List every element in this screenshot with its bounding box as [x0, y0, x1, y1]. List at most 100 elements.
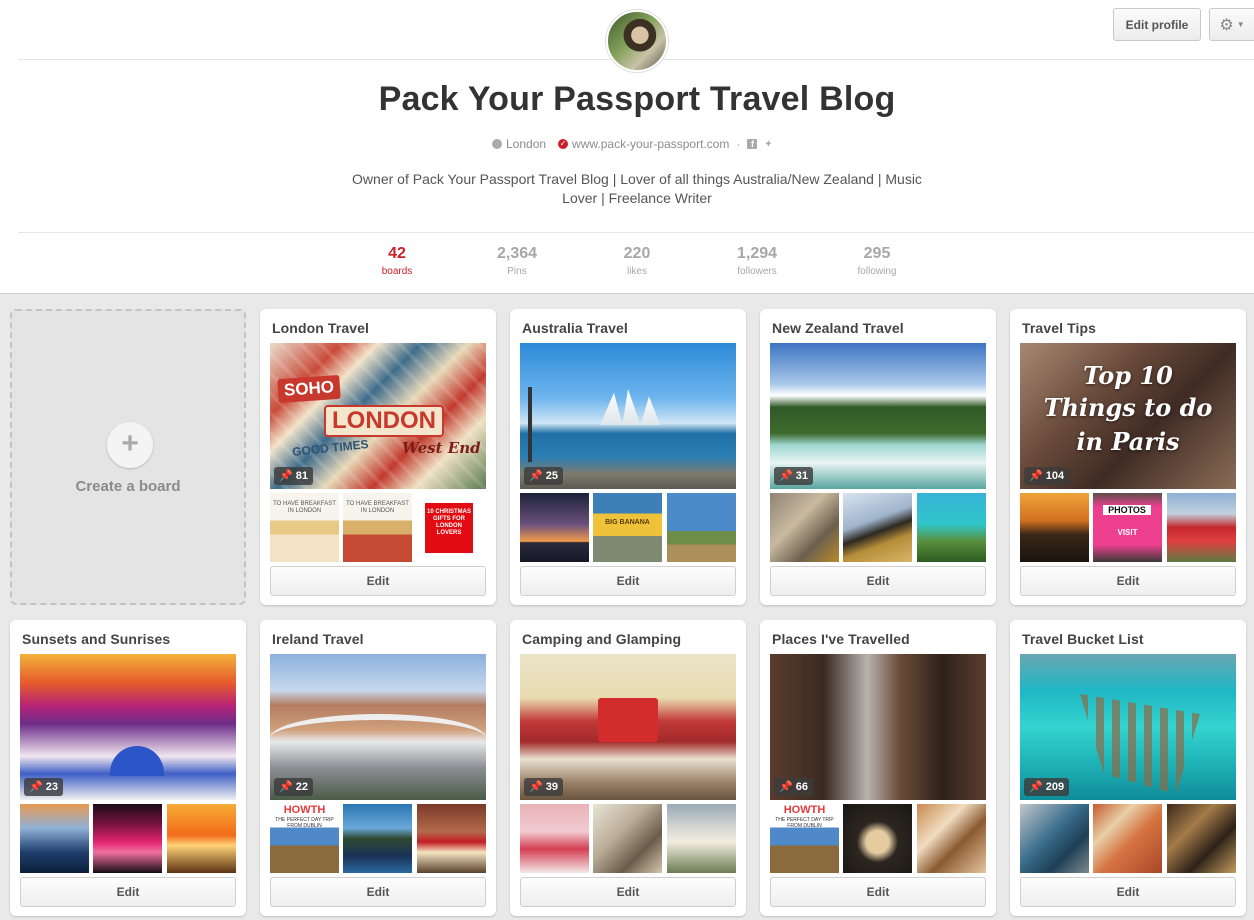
board-card-travel-bucket-list[interactable]: Travel Bucket List 📌 209 Edit [1010, 620, 1246, 916]
board-title: Travel Bucket List [1022, 631, 1144, 647]
pin-count-badge: 📌 81 [274, 467, 314, 485]
board-thumbnail[interactable]: TO HAVE BREAKFAST IN LONDON [343, 493, 412, 562]
board-cover-image[interactable]: 📌 25 [520, 343, 736, 489]
board-thumbnail[interactable] [1093, 804, 1162, 873]
board-edit-button[interactable]: Edit [770, 877, 986, 907]
avatar[interactable] [606, 10, 668, 72]
board-title: Camping and Glamping [522, 631, 682, 647]
stat-pins[interactable]: 2,364 Pins [467, 244, 567, 279]
board-edit-button[interactable]: Edit [520, 566, 736, 596]
board-card-ireland-travel[interactable]: Ireland Travel 📌 22 HOWTH THE PERFECT DA… [260, 620, 496, 916]
board-thumbnail[interactable]: HOWTH THE PERFECT DAY TRIP FROM DUBLIN [270, 804, 339, 873]
board-cover-image[interactable]: 📌 23 [20, 654, 236, 800]
board-thumbnail[interactable]: 10 CHRISTMAS GIFTS FOR LONDON LOVERS [417, 493, 486, 562]
edit-profile-button[interactable]: Edit profile [1113, 8, 1201, 41]
board-thumbnail[interactable] [667, 493, 736, 562]
cover-word-top-10: Top 10 [1083, 361, 1173, 390]
pin-count-badge: 📌 31 [774, 467, 814, 485]
board-cover-image[interactable]: 📌 22 [270, 654, 486, 800]
profile-bio: Owner of Pack Your Passport Travel Blog … [352, 171, 922, 206]
board-thumbnail[interactable] [917, 804, 986, 873]
board-title: New Zealand Travel [772, 320, 904, 336]
meta-separator: · [736, 137, 741, 151]
stat-boards[interactable]: 42 boards [347, 244, 447, 279]
board-thumbnail[interactable] [1167, 493, 1236, 562]
board-thumbnail[interactable] [343, 804, 412, 873]
board-thumbnail[interactable] [20, 804, 89, 873]
board-edit-button[interactable]: Edit [1020, 877, 1236, 907]
create-board-tile[interactable]: + Create a board [10, 309, 246, 605]
blue-dome-shape [110, 746, 164, 776]
stat-following[interactable]: 295 following [827, 244, 927, 279]
board-thumbnail[interactable] [1020, 804, 1089, 873]
board-thumbnail[interactable]: HOWTH THE PERFECT DAY TRIP FROM DUBLIN [770, 804, 839, 873]
cover-word-things-to-do: Things to do [1043, 393, 1213, 422]
board-title: Places I've Travelled [772, 631, 910, 647]
stats-divider [18, 232, 1254, 233]
board-card-sunsets-and-sunrises[interactable]: Sunsets and Sunrises 📌 23 Edit [10, 620, 246, 916]
board-cover-image[interactable]: 📌 39 [520, 654, 736, 800]
board-thumbnail[interactable] [843, 804, 912, 873]
board-card-australia-travel[interactable]: Australia Travel 📌 25 BIG BANANA Edit [510, 309, 746, 605]
profile-website-link[interactable]: www.pack-your-passport.com [572, 137, 729, 151]
board-edit-button[interactable]: Edit [270, 877, 486, 907]
thumbnail-caption: TO HAVE BREAKFAST IN LONDON [346, 501, 409, 514]
pin-count: 31 [795, 470, 809, 482]
board-thumbnail[interactable] [917, 493, 986, 562]
board-card-places-ive-travelled[interactable]: Places I've Travelled 📌 66 HOWTH THE PER… [760, 620, 996, 916]
profile-stats: 42 boards 2,364 Pins 220 likes 1,294 fol… [0, 244, 1254, 284]
board-thumbnail[interactable]: PHOTOS VISIT [1093, 493, 1162, 562]
board-title: Australia Travel [522, 320, 628, 336]
board-cover-image[interactable]: 📌 66 [770, 654, 986, 800]
pin-count: 22 [295, 781, 309, 793]
board-thumbnail[interactable] [843, 493, 912, 562]
board-cover-image[interactable]: 📌 31 [770, 343, 986, 489]
stat-followers-label: followers [737, 266, 777, 277]
stat-pins-label: Pins [507, 266, 527, 277]
overwater-bungalows-shape [1080, 694, 1200, 794]
board-thumbnail[interactable] [667, 804, 736, 873]
board-thumbnail[interactable] [93, 804, 162, 873]
pin-count: 81 [295, 470, 309, 482]
stat-boards-count: 42 [388, 245, 406, 262]
board-edit-button[interactable]: Edit [270, 566, 486, 596]
location-icon [492, 139, 502, 149]
board-thumbnail[interactable] [520, 804, 589, 873]
create-board-label: Create a board [75, 478, 181, 495]
stat-following-count: 295 [863, 245, 891, 262]
pin-count-badge: 📌 39 [524, 778, 564, 796]
board-cover-image[interactable]: Top 10 Things to do in Paris 📌 104 [1020, 343, 1236, 489]
cover-word-in-paris: in Paris [1076, 427, 1180, 456]
twitter-icon[interactable]: ✦ [762, 139, 774, 150]
board-edit-button[interactable]: Edit [520, 877, 736, 907]
board-card-camping-and-glamping[interactable]: Camping and Glamping 📌 39 Edit [510, 620, 746, 916]
pin-count: 25 [545, 470, 559, 482]
board-edit-button[interactable]: Edit [1020, 566, 1236, 596]
verified-check-icon: ✓ [558, 139, 569, 149]
board-thumbnail[interactable] [593, 804, 662, 873]
settings-button[interactable]: ⚙ ▼ [1209, 8, 1254, 41]
board-cover-image[interactable]: 📌 209 [1020, 654, 1236, 800]
stat-likes[interactable]: 220 likes [587, 244, 687, 279]
stat-followers[interactable]: 1,294 followers [707, 244, 807, 279]
board-edit-button[interactable]: Edit [770, 566, 986, 596]
board-thumbnail[interactable] [1020, 493, 1089, 562]
stat-following-label: following [857, 266, 897, 277]
facebook-icon[interactable]: f [747, 139, 758, 149]
board-thumbnail[interactable] [417, 804, 486, 873]
board-thumbnail[interactable] [167, 804, 236, 873]
board-thumbnail[interactable]: BIG BANANA [593, 493, 662, 562]
board-thumbnail[interactable]: TO HAVE BREAKFAST IN LONDON [270, 493, 339, 562]
board-thumbnail[interactable] [1167, 804, 1236, 873]
board-card-travel-tips[interactable]: Travel Tips Top 10 Things to do in Paris… [1010, 309, 1246, 605]
board-title: Ireland Travel [272, 631, 364, 647]
board-card-new-zealand-travel[interactable]: New Zealand Travel 📌 31 Edit [760, 309, 996, 605]
board-thumbnail[interactable] [520, 493, 589, 562]
board-cover-image[interactable]: SOHO LONDON GOOD TIMES West End 📌 81 [270, 343, 486, 489]
profile-header: Edit profile ⚙ ▼ Pack Your Passport Trave… [0, 0, 1254, 294]
thumbnail-subcaption: THE PERFECT DAY TRIP FROM DUBLIN [275, 817, 334, 829]
board-edit-button[interactable]: Edit [20, 877, 236, 907]
profile-meta: London ✓ www.pack-your-passport.com · f … [492, 137, 774, 151]
board-card-london-travel[interactable]: London Travel SOHO LONDON GOOD TIMES Wes… [260, 309, 496, 605]
board-thumbnail[interactable] [770, 493, 839, 562]
